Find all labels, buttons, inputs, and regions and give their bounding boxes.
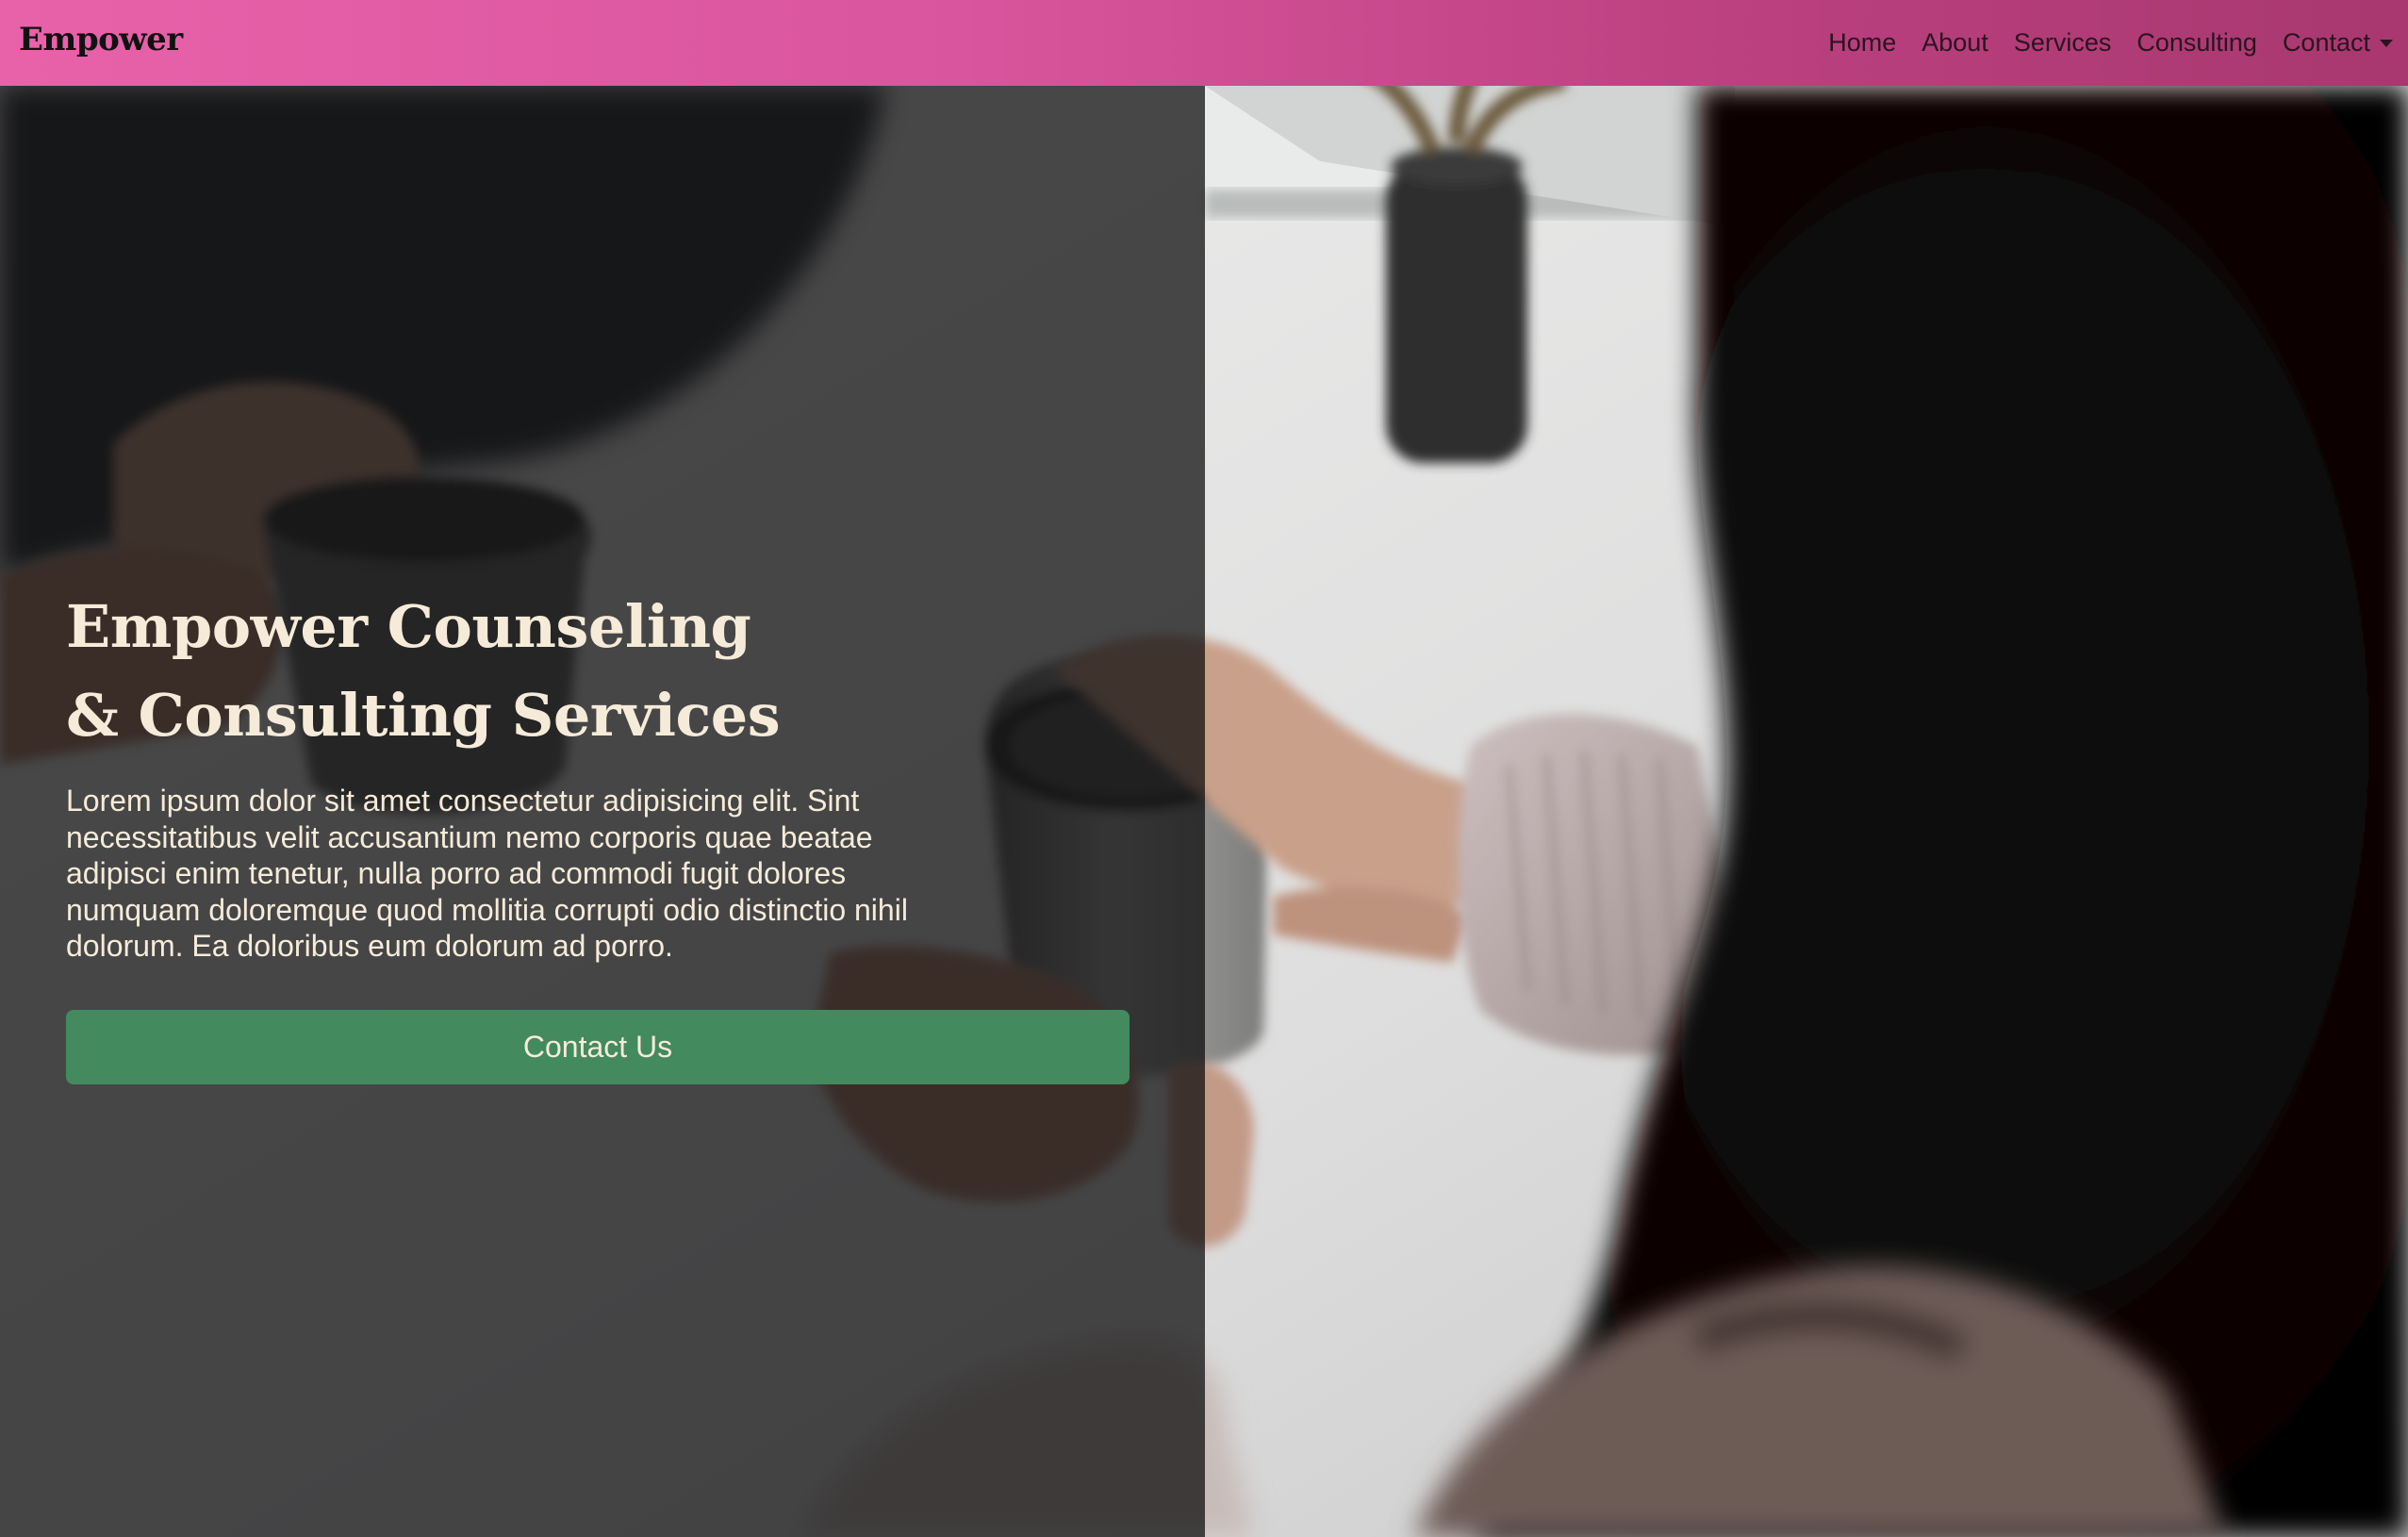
brand-logo[interactable]: Empower — [19, 21, 183, 58]
chevron-down-icon — [2380, 39, 2393, 47]
hero-title: Empower Counseling & Consulting Services — [66, 583, 1131, 760]
hero-description: Lorem ipsum dolor sit amet consectetur a… — [66, 784, 908, 963]
nav-item-home[interactable]: Home — [1828, 28, 1896, 58]
nav-links: Home About Services Consulting Contact — [1828, 0, 2393, 86]
hero-section: Empower Counseling & Consulting Services… — [66, 583, 1131, 1084]
nav-item-contact-label: Contact — [2282, 28, 2370, 57]
hero-title-line-1: Empower Counseling — [66, 592, 751, 661]
nav-item-consulting[interactable]: Consulting — [2136, 28, 2257, 58]
contact-us-button[interactable]: Contact Us — [66, 1009, 1130, 1084]
nav-item-about[interactable]: About — [1921, 28, 1988, 58]
nav-item-contact-dropdown[interactable]: Contact — [2283, 28, 2393, 58]
top-navbar: Empower Home About Services Consulting C… — [0, 0, 2408, 86]
page: Empower Home About Services Consulting C… — [0, 0, 2408, 1537]
hero-title-line-2: & Consulting Services — [66, 681, 781, 750]
nav-item-services[interactable]: Services — [2014, 28, 2112, 58]
